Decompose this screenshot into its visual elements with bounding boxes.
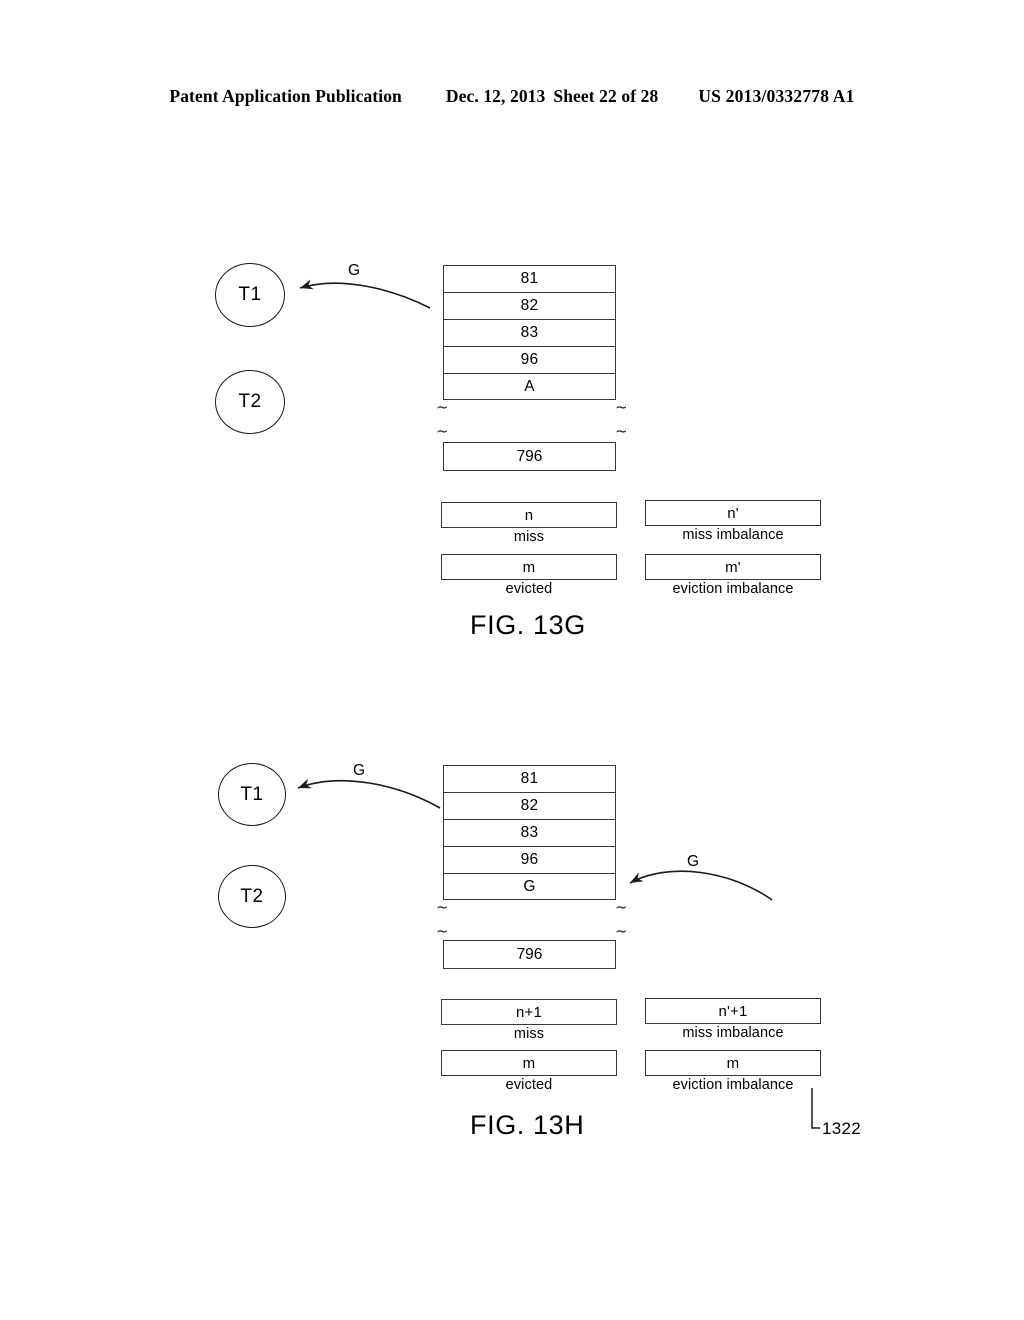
- counter-caption: miss imbalance: [682, 1025, 784, 1041]
- figure-caption: FIG. 13H: [470, 1110, 585, 1140]
- thread-circle-t1: T1: [218, 763, 286, 826]
- counter-value: n+1: [515, 1003, 543, 1021]
- counter-evicted: m evicted: [441, 554, 617, 597]
- counter-box: n+1: [441, 999, 617, 1025]
- counter-caption: evicted: [505, 581, 553, 597]
- publication-header: Patent Application Publication Dec. 12, …: [0, 86, 1024, 112]
- stack-cell-value: G: [523, 877, 536, 895]
- counter-value: n': [727, 504, 739, 522]
- stack-cell-value: A: [524, 377, 535, 395]
- cache-stack: 81 82 83 96 A: [443, 265, 616, 400]
- counter-miss: n miss: [441, 502, 617, 545]
- counter-box: m: [645, 1050, 821, 1076]
- counter-box: m: [441, 1050, 617, 1076]
- counter-miss-imbalance: n'+1 miss imbalance: [645, 998, 821, 1041]
- publication-number: US 2013/0332778 A1: [698, 86, 855, 106]
- stack-row: G: [443, 873, 616, 900]
- counter-box: n: [441, 502, 617, 528]
- stack-row: 96: [443, 346, 616, 373]
- counter-caption: evicted: [505, 1077, 553, 1093]
- counter-eviction-imbalance: m eviction imbalance: [645, 1050, 821, 1093]
- stack-cell-value: 81: [520, 770, 539, 787]
- counter-box: m': [645, 554, 821, 580]
- counter-evicted: m evicted: [441, 1050, 617, 1093]
- stack-row: A: [443, 373, 616, 400]
- stack-cell-value: 96: [520, 351, 539, 368]
- thread-label: T1: [240, 783, 264, 805]
- counter-value: n: [524, 506, 534, 524]
- thread-circle-t2: T2: [218, 865, 286, 928]
- counter-caption: eviction imbalance: [672, 581, 794, 597]
- counter-caption: miss: [513, 529, 545, 545]
- stack-cell-value: 83: [520, 824, 539, 841]
- stack-cell-value: 796: [516, 447, 543, 465]
- counter-caption: eviction imbalance: [672, 1077, 794, 1093]
- thread-label: T1: [238, 284, 262, 305]
- sheet-number: Sheet 22 of 28: [553, 86, 659, 106]
- counter-value: m: [522, 1054, 536, 1072]
- stack-break-mark-right-upper: ~: [615, 398, 628, 416]
- stack-row: 96: [443, 846, 616, 873]
- stack-row: 83: [443, 819, 616, 846]
- stack-break-mark-left-upper: ~: [436, 898, 449, 916]
- stack-row: 82: [443, 792, 616, 819]
- publication-date: Dec. 12, 2013: [445, 86, 546, 106]
- counter-miss: n+1 miss: [441, 999, 617, 1042]
- thread-circle-t1: T1: [215, 263, 285, 327]
- counter-box: m: [441, 554, 617, 580]
- stack-break-mark-left-upper: ~: [436, 398, 449, 416]
- stack-row: 81: [443, 765, 616, 792]
- counter-value: m: [726, 1054, 740, 1072]
- stack-cell-value: 82: [520, 297, 539, 314]
- figure-13g: T1 T2 G 81 82 83 96 A ~ ~ ~ ~ 796 n miss…: [0, 240, 1024, 660]
- thread-label: T2: [240, 885, 264, 907]
- reference-number-1322: 1322: [822, 1119, 862, 1138]
- counter-value: m: [522, 558, 536, 576]
- stack-break-mark-right-lower: ~: [615, 422, 628, 440]
- stack-cell-value: 83: [520, 324, 539, 341]
- stack-cell-value: 796: [516, 945, 543, 963]
- publication-title: Patent Application Publication: [169, 86, 402, 106]
- stack-cell-value: 82: [520, 797, 539, 814]
- insertion-arrow-to-stack-icon: [629, 870, 773, 901]
- counter-eviction-imbalance: m' eviction imbalance: [645, 554, 821, 597]
- stack-row: 82: [443, 292, 616, 319]
- counter-box: n': [645, 500, 821, 526]
- stack-cell-value: 81: [520, 270, 539, 287]
- stack-row: 81: [443, 265, 616, 292]
- figure-caption: FIG. 13G: [470, 610, 586, 640]
- thread-circle-t2: T2: [215, 370, 285, 434]
- arrow-label-g-left: G: [353, 762, 366, 779]
- stack-tail-row: 796: [443, 442, 616, 471]
- counter-caption: miss: [513, 1026, 545, 1042]
- figure-13h: T1 T2 G G 81 82 83 96 G ~ ~ ~ ~ 796 n+1 …: [0, 740, 1024, 1170]
- stack-break-mark-left-lower: ~: [436, 422, 449, 440]
- cache-stack: 81 82 83 96 G: [443, 765, 616, 900]
- counter-caption: miss imbalance: [682, 527, 784, 543]
- counter-value: n'+1: [718, 1002, 748, 1020]
- stack-tail-row: 796: [443, 940, 616, 969]
- stack-break-mark-right-lower: ~: [615, 922, 628, 940]
- arrow-label-g-right: G: [687, 853, 700, 870]
- eviction-arrow-to-t1-icon: [297, 778, 441, 809]
- stack-cell-value: 96: [520, 851, 539, 868]
- thread-label: T2: [238, 391, 262, 412]
- counter-box: n'+1: [645, 998, 821, 1024]
- counter-miss-imbalance: n' miss imbalance: [645, 500, 821, 543]
- arrow-label-g: G: [348, 262, 361, 279]
- stack-break-mark-right-upper: ~: [615, 898, 628, 916]
- stack-break-mark-left-lower: ~: [436, 922, 449, 940]
- counter-value: m': [725, 558, 741, 576]
- stack-row: 83: [443, 319, 616, 346]
